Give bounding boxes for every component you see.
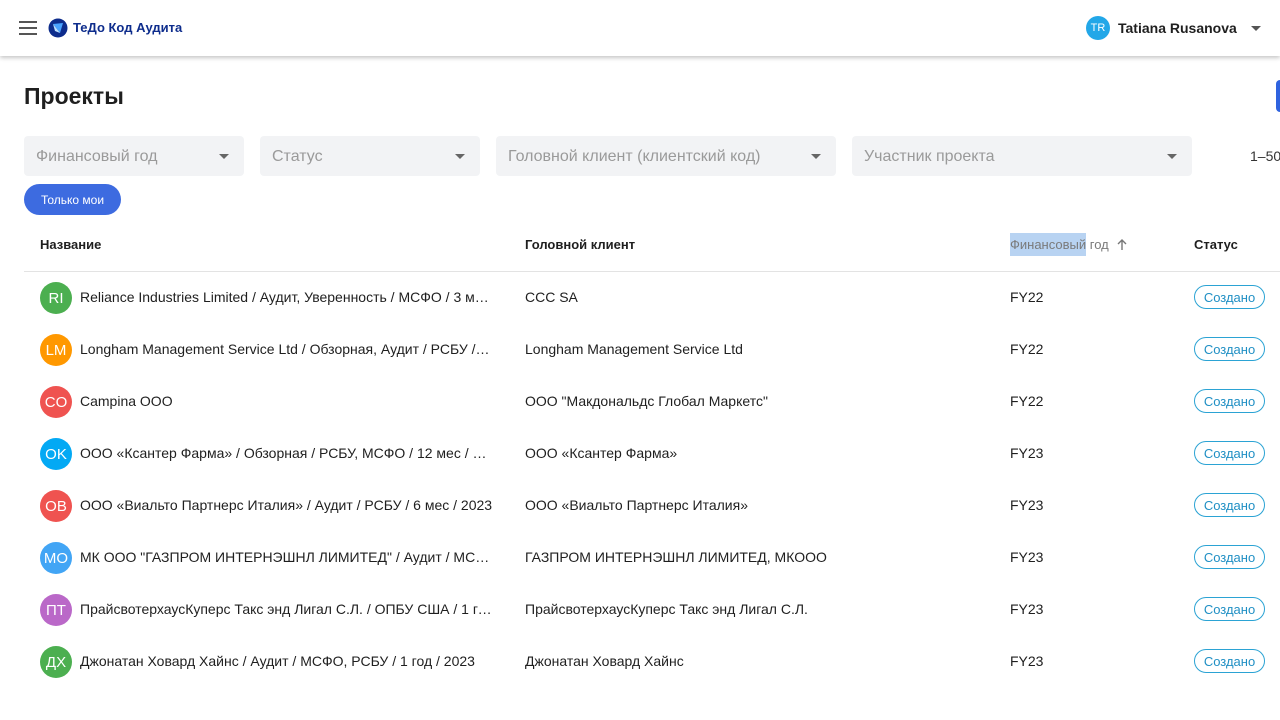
fiscal-year-placeholder: Финансовый год bbox=[36, 148, 158, 165]
page-title: Проекты bbox=[24, 83, 124, 109]
status-badge: Создано bbox=[1194, 285, 1265, 309]
avatar: LM bbox=[40, 334, 72, 366]
column-header-status[interactable]: Статус bbox=[1194, 237, 1238, 252]
column-header-fiscal-year[interactable]: Финансовый год bbox=[1010, 233, 1129, 256]
create-project-button[interactable] bbox=[1276, 80, 1280, 112]
project-name[interactable]: Longham Management Service Ltd / Обзорна… bbox=[80, 341, 493, 357]
only-mine-toggle[interactable]: Только мои bbox=[24, 184, 121, 215]
status-badge: Создано bbox=[1194, 545, 1265, 569]
chevron-down-icon bbox=[811, 154, 821, 159]
table-row[interactable]: RI Reliance Industries Limited / Аудит, У… bbox=[0, 272, 1280, 324]
status-badge: Создано bbox=[1194, 649, 1265, 673]
client-placeholder: Головной клиент (клиентский код) bbox=[508, 148, 761, 165]
fiscal-year: FY23 bbox=[1010, 497, 1044, 513]
app-bar: ТеДо Код Аудита TR Tatiana Rusanova bbox=[0, 0, 1280, 56]
fiscal-year-select[interactable]: Финансовый год bbox=[24, 136, 244, 176]
avatar: OB bbox=[40, 490, 72, 522]
avatar: ПТ bbox=[40, 594, 72, 626]
table-row[interactable]: CO Campina ООО ООО "Макдональдс Глобал Мар… bbox=[0, 376, 1280, 428]
status-badge: Создано bbox=[1194, 597, 1265, 621]
app-brand[interactable]: ТеДо Код Аудита bbox=[73, 20, 182, 35]
avatar: CO bbox=[40, 386, 72, 418]
avatar: RI bbox=[40, 282, 72, 314]
table-row[interactable]: OK ООО «Ксантер Фарма» / Обзорная / РСБУ,… bbox=[0, 428, 1280, 480]
project-name[interactable]: ООО «Виальто Партнерс Италия» / Аудит / … bbox=[80, 497, 493, 513]
user-name: Tatiana Rusanova bbox=[1118, 20, 1237, 36]
chevron-down-icon bbox=[1250, 25, 1261, 31]
client-name: ООО "Макдональдс Глобал Маркетс" bbox=[525, 393, 768, 409]
fiscal-year: FY23 bbox=[1010, 601, 1044, 617]
status-badge: Создано bbox=[1194, 337, 1265, 361]
client-name: ГАЗПРОМ ИНТЕРНЭШНЛ ЛИМИТЕД, МКООО bbox=[525, 549, 827, 565]
avatar: TR bbox=[1086, 16, 1110, 40]
status-badge: Создано bbox=[1194, 389, 1265, 413]
project-member-select[interactable]: Участник проекта bbox=[852, 136, 1192, 176]
menu-icon[interactable] bbox=[19, 21, 37, 35]
status-badge: Создано bbox=[1194, 441, 1265, 465]
chevron-down-icon bbox=[219, 154, 229, 159]
chevron-down-icon bbox=[455, 154, 465, 159]
avatar: MO bbox=[40, 542, 72, 574]
project-name[interactable]: Джонатан Ховард Хайнс / Аудит / МСФО, РС… bbox=[80, 653, 493, 669]
project-name[interactable]: ООО «Ксантер Фарма» / Обзорная / РСБУ, М… bbox=[80, 445, 493, 461]
client-name: ПрайсвотерхаусКуперс Такс энд Лигал С.Л. bbox=[525, 601, 808, 617]
fiscal-year: FY23 bbox=[1010, 653, 1044, 669]
fiscal-year: FY22 bbox=[1010, 341, 1044, 357]
table-row[interactable]: ДХ Джонатан Ховард Хайнс / Аудит / МСФО, … bbox=[0, 636, 1280, 688]
client-select[interactable]: Головной клиент (клиентский код) bbox=[496, 136, 836, 176]
user-menu[interactable]: TR Tatiana Rusanova bbox=[1086, 16, 1261, 40]
fiscal-year: FY23 bbox=[1010, 445, 1044, 461]
fiscal-year: FY22 bbox=[1010, 393, 1044, 409]
logo-icon bbox=[48, 18, 68, 38]
pagination-range: 1–50 bbox=[1250, 148, 1280, 164]
project-name[interactable]: ПрайсвотерхаусКуперс Такс энд Лигал С.Л.… bbox=[80, 601, 493, 617]
project-name[interactable]: Campina ООО bbox=[80, 393, 493, 409]
selected-text: Финансовый bbox=[1010, 233, 1087, 256]
avatar: OK bbox=[40, 438, 72, 470]
table-row[interactable]: LM Longham Management Service Ltd / Обзор… bbox=[0, 324, 1280, 376]
avatar: ДХ bbox=[40, 646, 72, 678]
fiscal-year: FY23 bbox=[1010, 549, 1044, 565]
project-name[interactable]: МК ООО "ГАЗПРОМ ИНТЕРНЭШНЛ ЛИМИТЕД" / Ау… bbox=[80, 549, 493, 565]
project-name[interactable]: Reliance Industries Limited / Аудит, Уве… bbox=[80, 289, 493, 305]
client-name: ООО «Виальто Партнерс Италия» bbox=[525, 497, 748, 513]
chevron-down-icon bbox=[1167, 154, 1177, 159]
client-name: Джонатан Ховард Хайнс bbox=[525, 653, 684, 669]
column-header-name[interactable]: Название bbox=[40, 237, 101, 252]
table-row[interactable]: OB ООО «Виальто Партнерс Италия» / Аудит … bbox=[0, 480, 1280, 532]
status-select[interactable]: Статус bbox=[260, 136, 480, 176]
client-name: CCC SA bbox=[525, 289, 578, 305]
table-row[interactable]: ПТ ПрайсвотерхаусКуперс Такс энд Лигал С.… bbox=[0, 584, 1280, 636]
client-name: Longham Management Service Ltd bbox=[525, 341, 743, 357]
status-placeholder: Статус bbox=[272, 148, 323, 165]
column-header-client[interactable]: Головной клиент bbox=[525, 237, 635, 252]
member-placeholder: Участник проекта bbox=[864, 148, 995, 165]
table-row[interactable]: MO МК ООО "ГАЗПРОМ ИНТЕРНЭШНЛ ЛИМИТЕД" / … bbox=[0, 532, 1280, 584]
arrow-up-icon[interactable] bbox=[1115, 238, 1129, 252]
column-header-year-rest: год bbox=[1086, 237, 1109, 252]
status-badge: Создано bbox=[1194, 493, 1265, 517]
fiscal-year: FY22 bbox=[1010, 289, 1044, 305]
client-name: ООО «Ксантер Фарма» bbox=[525, 445, 678, 461]
